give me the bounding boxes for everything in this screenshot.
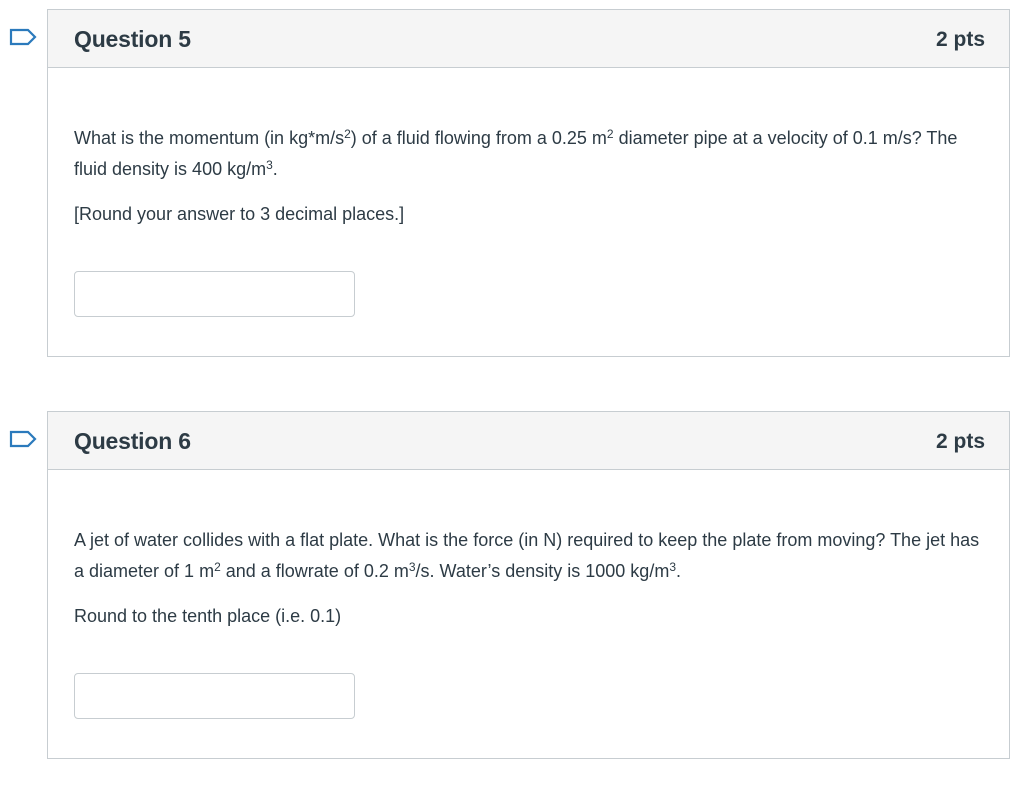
question-note: Round to the tenth place (i.e. 0.1) bbox=[74, 606, 342, 626]
flag-outline-icon[interactable] bbox=[9, 430, 37, 448]
question-card: Question 6 2 pts A jet of water collides… bbox=[47, 411, 1010, 759]
question-points: 2 pts bbox=[935, 28, 985, 51]
answer-input[interactable] bbox=[74, 673, 355, 719]
flag-outline-icon[interactable] bbox=[9, 28, 37, 46]
question-body: What is the momentum (in kg*m/s2) of a f… bbox=[48, 68, 1009, 230]
question-header: Question 6 2 pts bbox=[48, 412, 1009, 470]
question-text: What is the momentum (in kg*m/s2) of a f… bbox=[74, 127, 958, 179]
question-title: Question 6 bbox=[74, 428, 191, 454]
question-body: A jet of water collides with a flat plat… bbox=[48, 470, 1009, 632]
question-title: Question 5 bbox=[74, 26, 191, 52]
question-note: [Round your answer to 3 decimal places.] bbox=[74, 204, 405, 224]
question-text: A jet of water collides with a flat plat… bbox=[74, 530, 980, 581]
question-card: Question 5 2 pts What is the momentum (i… bbox=[47, 9, 1010, 357]
answer-input[interactable] bbox=[74, 271, 355, 317]
question-points: 2 pts bbox=[935, 430, 985, 453]
question-header: Question 5 2 pts bbox=[48, 10, 1009, 68]
